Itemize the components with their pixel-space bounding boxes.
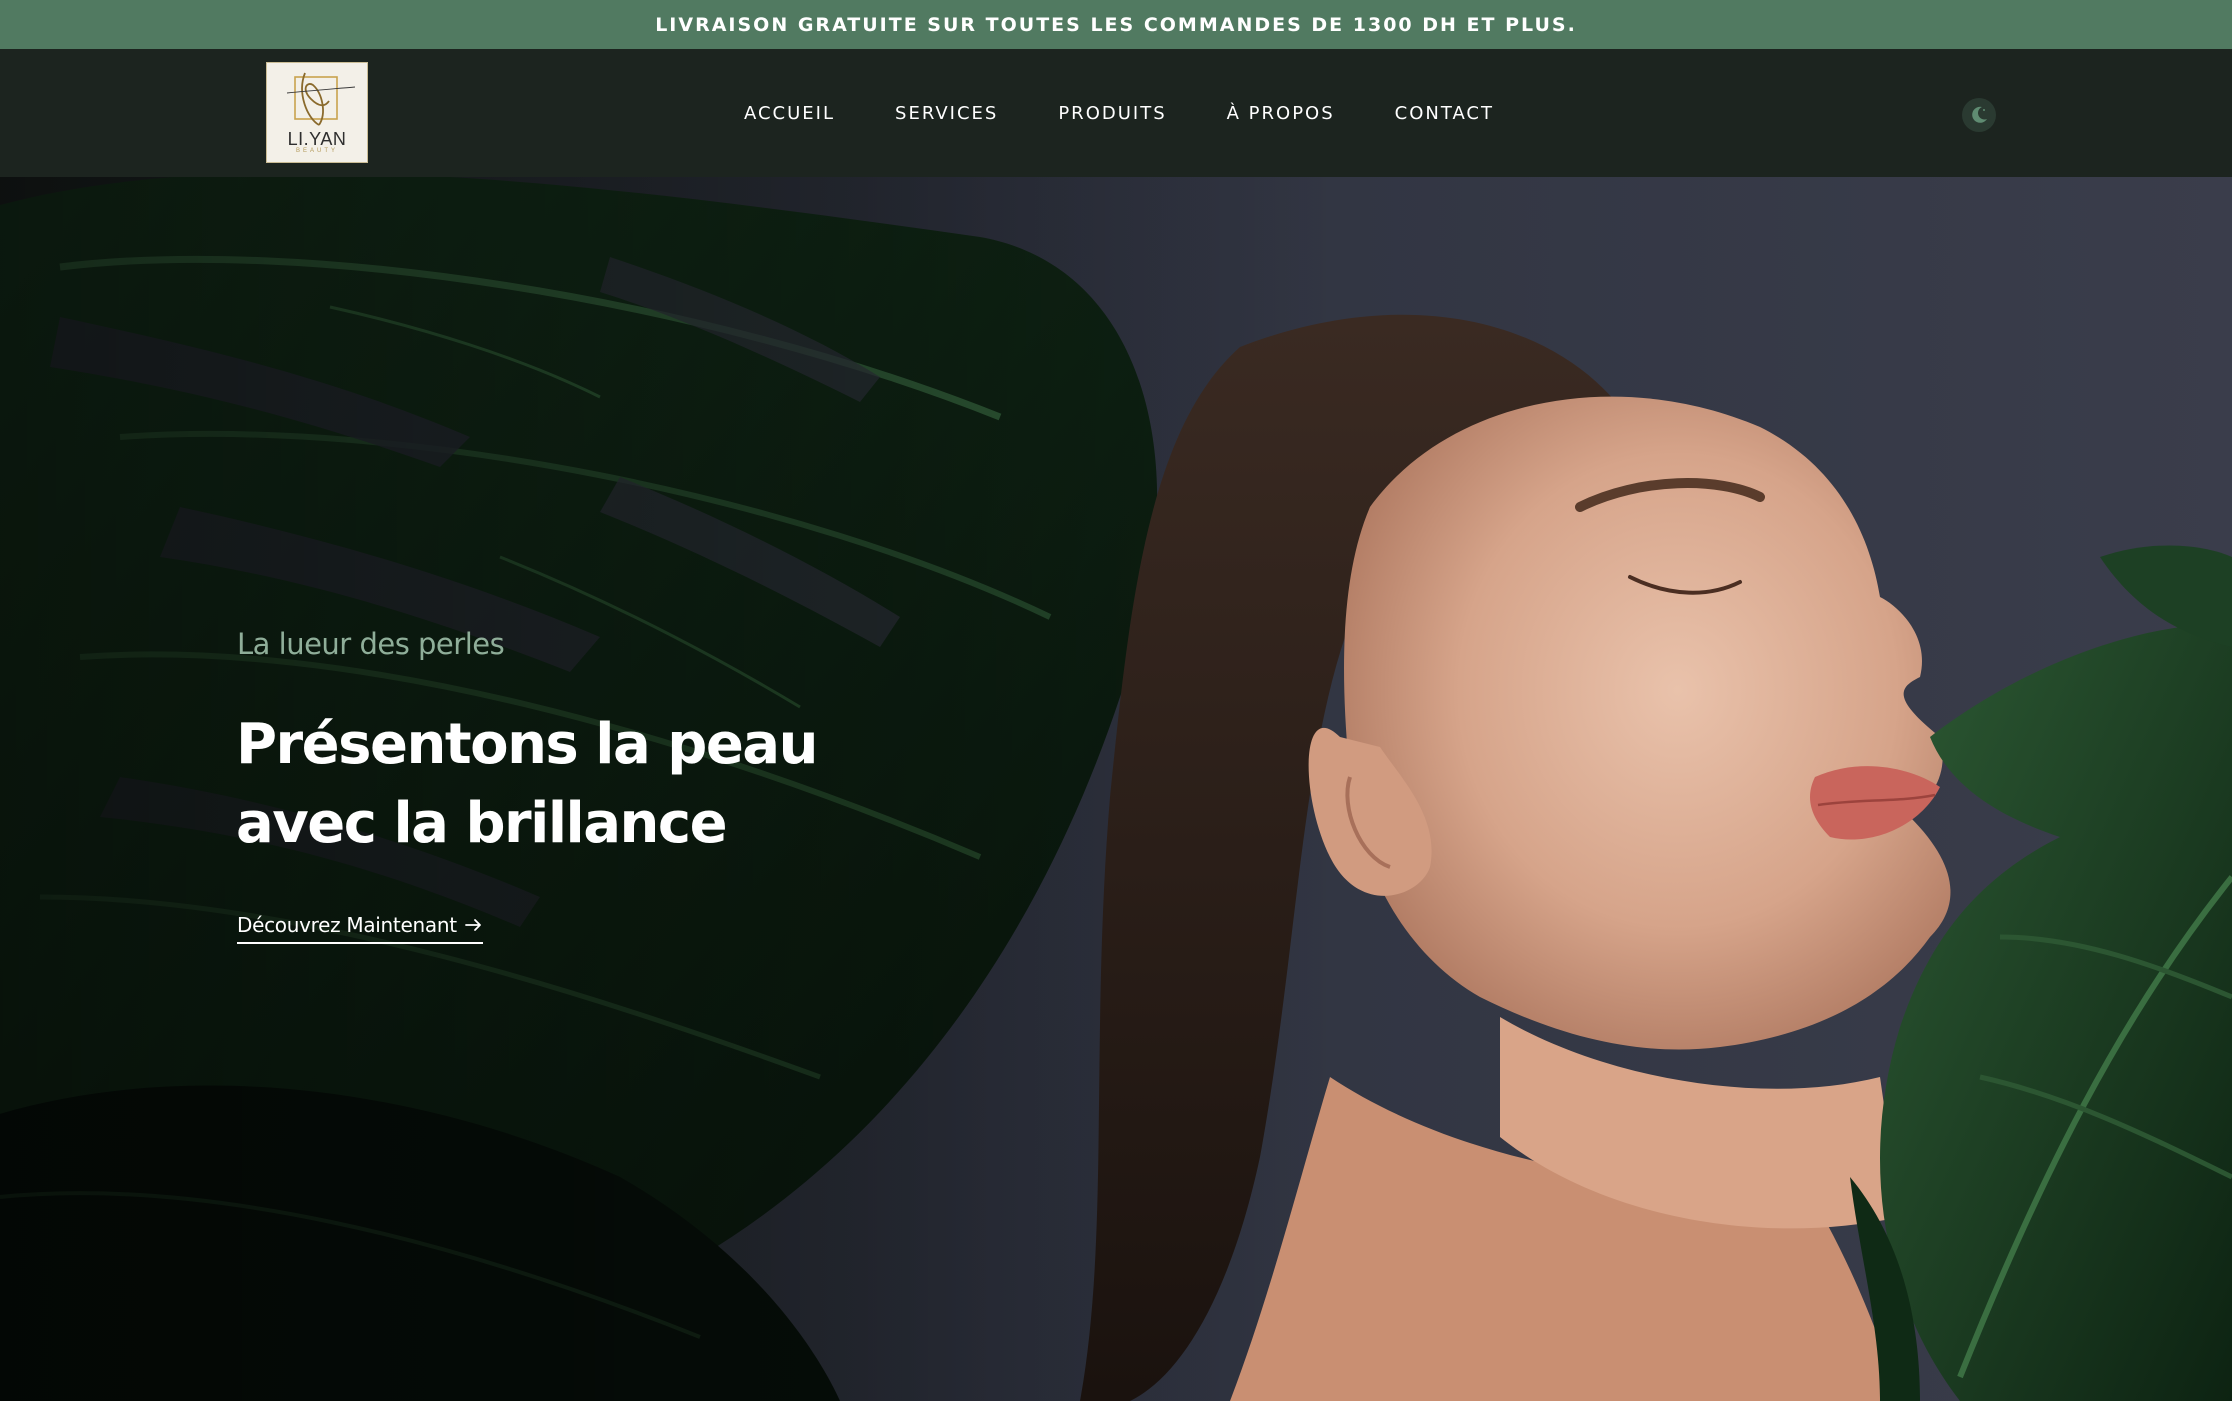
announcement-text: LIVRAISON GRATUITE SUR TOUTES LES COMMAN… <box>655 13 1577 36</box>
hero-eyebrow: La lueur des perles <box>237 627 505 661</box>
nav-item-produits[interactable]: PRODUITS <box>1058 103 1166 124</box>
moon-icon <box>1972 106 1987 123</box>
nav-item-services[interactable]: SERVICES <box>895 103 998 124</box>
hero-title-line2: avec la brillance <box>236 791 728 856</box>
nav-item-contact[interactable]: CONTACT <box>1395 103 1494 124</box>
theme-toggle-button[interactable] <box>1962 98 1996 132</box>
cta-label: Découvrez Maintenant <box>237 913 457 937</box>
main-nav: ACCUEIL SERVICES PRODUITS À PROPOS CONTA… <box>0 49 2232 177</box>
nav-item-a-propos[interactable]: À PROPOS <box>1227 103 1335 124</box>
site-header: LI.YAN BEAUTY ACCUEIL SERVICES PRODUITS … <box>0 49 2232 177</box>
arrow-right-icon <box>464 919 481 931</box>
announcement-bar: LIVRAISON GRATUITE SUR TOUTES LES COMMAN… <box>0 0 2232 49</box>
discover-now-button[interactable]: Découvrez Maintenant <box>237 913 483 944</box>
hero-title: Présentons la peau avec la brillance <box>236 705 936 863</box>
nav-item-accueil[interactable]: ACCUEIL <box>744 103 835 124</box>
hero-section: La lueur des perles Présentons la peau a… <box>0 177 2232 1401</box>
hero-title-line1: Présentons la peau <box>236 712 818 777</box>
